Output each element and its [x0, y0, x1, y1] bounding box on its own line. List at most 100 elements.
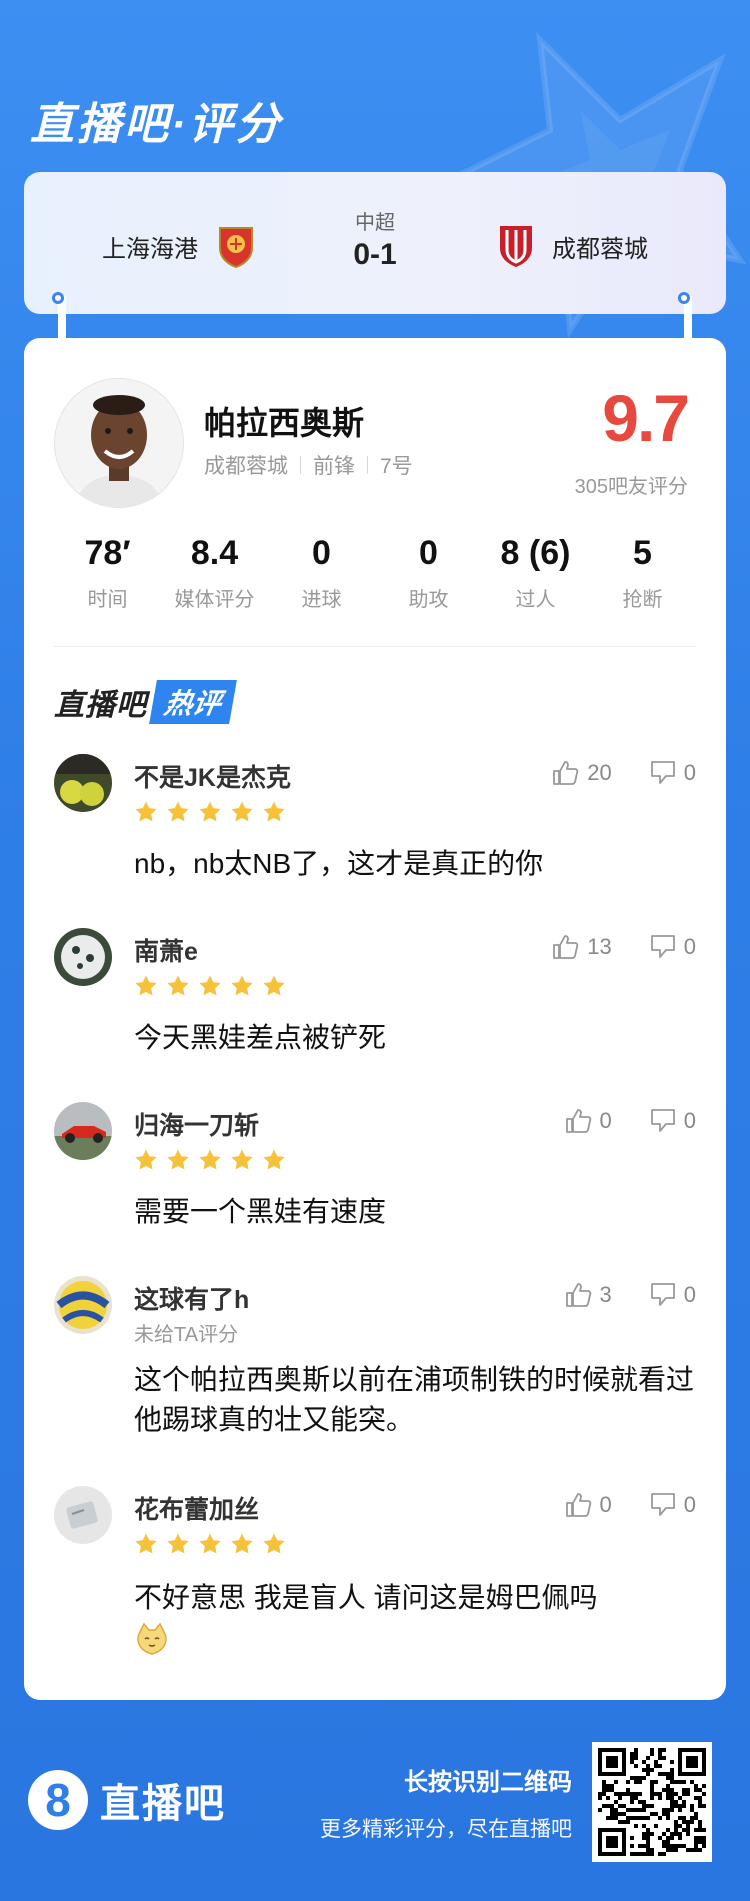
comment-stars: [134, 974, 286, 998]
thumbs-down-icon: [650, 1283, 675, 1306]
star-icon: [263, 1533, 285, 1554]
like-button[interactable]: 0: [564, 1106, 612, 1136]
player-name: 帕拉西奥斯: [204, 405, 365, 441]
like-count: 13: [587, 934, 612, 959]
stat-value: 78′: [84, 534, 131, 572]
player-number: 7号: [380, 455, 413, 478]
player-avatar: [54, 378, 184, 508]
stat-label: 时间: [87, 589, 128, 611]
star-icon: [263, 1149, 285, 1170]
thumbs-up-icon: [553, 761, 579, 785]
brand-title: 直播吧·评分: [30, 100, 283, 149]
star-icon: [199, 1533, 221, 1554]
comment-actions: 0 0: [564, 1490, 696, 1520]
like-button[interactable]: 3: [564, 1280, 612, 1310]
comment-username[interactable]: 不是JK是杰克: [134, 758, 291, 794]
stat-dribbles: 8 (6) 过人: [482, 534, 589, 612]
star-icon: [231, 801, 253, 822]
comment-text: 不好意思 我是盲人 请问这是姆巴佩吗: [134, 1582, 598, 1613]
comment-item: 花布蕾加丝 0 0 不好意思 我是盲人 请问这是姆巴佩吗: [54, 1486, 696, 1676]
thumbs-down-icon: [650, 1493, 675, 1516]
stat-label: 抢断: [622, 589, 663, 611]
star-icon: [231, 1533, 253, 1554]
star-icon: [231, 1149, 253, 1170]
stat-value: 5: [633, 534, 652, 572]
stat-time: 78′ 时间: [54, 534, 161, 612]
like-count: 20: [587, 760, 612, 785]
star-icon: [167, 801, 189, 822]
star-icon: [135, 801, 157, 822]
dislike-button[interactable]: 0: [648, 1490, 696, 1520]
comment-username[interactable]: 南萧e: [134, 932, 198, 968]
like-button[interactable]: 20: [551, 758, 612, 788]
no-rating-note: 未给TA评分: [134, 1324, 239, 1346]
away-team: 成都蓉城: [498, 224, 648, 268]
away-team-name: 成都蓉城: [552, 235, 648, 263]
thumbs-up-icon: [565, 1109, 591, 1133]
like-count: 0: [599, 1108, 612, 1133]
fan-rating-score: 9.7: [602, 381, 690, 455]
stat-tackles: 5 抢断: [589, 534, 696, 612]
like-count: 3: [599, 1282, 612, 1307]
comment-text: 这个帕拉西奥斯以前在浦项制铁的时候就看过他踢球真的壮又能突。: [134, 1364, 695, 1435]
away-team-badge-icon: [500, 226, 532, 267]
meta-separator: [300, 456, 301, 474]
hot-title-badge: 热评: [149, 680, 237, 724]
stat-value: 8.4: [190, 534, 239, 572]
star-icon: [135, 1149, 157, 1170]
stat-label: 媒体评分: [174, 589, 255, 611]
like-button[interactable]: 13: [551, 932, 612, 962]
logo-icon: 8: [28, 1770, 88, 1830]
player-team: 成都蓉城: [204, 455, 288, 478]
stat-value: 8 (6): [500, 534, 571, 572]
player-meta: 成都蓉城 前锋 7号: [204, 450, 413, 480]
comment-stars: [134, 1532, 286, 1556]
star-icon: [199, 975, 221, 996]
stat-value: 0: [312, 534, 331, 572]
share-card: 直播吧·评分 上海海港 中超 0-1 成都蓉城 帕拉西奥斯 成都蓉城 前锋 7号…: [0, 0, 750, 1901]
fan-rating-count: 305吧友评分: [574, 476, 688, 498]
promo-text: 更多精彩评分，尽在直播吧: [320, 1818, 572, 1841]
dislike-count: 0: [683, 1492, 696, 1517]
dislike-button[interactable]: 0: [648, 758, 696, 788]
comment-text: 需要一个黑娃有速度: [134, 1196, 387, 1227]
meta-separator: [367, 456, 368, 474]
comment-username[interactable]: 这球有了h: [134, 1280, 249, 1316]
stat-label: 进球: [301, 589, 342, 611]
dislike-button[interactable]: 0: [648, 1106, 696, 1136]
star-icon: [199, 801, 221, 822]
qr-code[interactable]: [592, 1742, 712, 1862]
comment-username[interactable]: 归海一刀斩: [134, 1106, 259, 1142]
stat-goals: 0 进球: [268, 534, 375, 612]
comment-text: 今天黑娃差点被铲死: [134, 1022, 387, 1053]
comment-avatar: [54, 1276, 112, 1334]
star-icon: [231, 975, 253, 996]
qr-code-icon: [598, 1748, 706, 1856]
cat-emoji-icon: [137, 1622, 167, 1655]
thumbs-down-icon: [650, 761, 675, 784]
comment-actions: 3 0: [564, 1280, 696, 1310]
star-icon: [263, 801, 285, 822]
like-count: 0: [599, 1492, 612, 1517]
comment-avatar: [54, 1486, 112, 1544]
thumbs-up-icon: [553, 935, 579, 959]
hot-title-brand: 直播吧: [54, 689, 147, 722]
star-icon: [167, 1149, 189, 1170]
dislike-button[interactable]: 0: [648, 932, 696, 962]
logo-text: 直播吧: [100, 1782, 226, 1826]
comment-item: 这球有了h 未给TA评分 3 0 这个帕拉西奥斯以前在浦项制铁的时候就看过他踢球…: [54, 1276, 696, 1456]
stat-assists: 0 助攻: [375, 534, 482, 612]
dislike-count: 0: [683, 1282, 696, 1307]
player-position: 前锋: [313, 455, 355, 478]
stat-media-rating: 8.4 媒体评分: [161, 534, 268, 612]
stat-value: 0: [419, 534, 438, 572]
dislike-button[interactable]: 0: [648, 1280, 696, 1310]
comment-username[interactable]: 花布蕾加丝: [134, 1490, 259, 1526]
comment-actions: 13 0: [551, 932, 696, 962]
player-stats: 78′ 时间 8.4 媒体评分 0 进球 0 助攻 8 (6) 过人 5 抢断: [54, 534, 696, 612]
dislike-count: 0: [683, 934, 696, 959]
comment-actions: 0 0: [564, 1106, 696, 1136]
star-icon: [135, 1533, 157, 1554]
comment-item: 南萧e 13 0 今天黑娃差点被铲死: [54, 928, 696, 1068]
like-button[interactable]: 0: [564, 1490, 612, 1520]
